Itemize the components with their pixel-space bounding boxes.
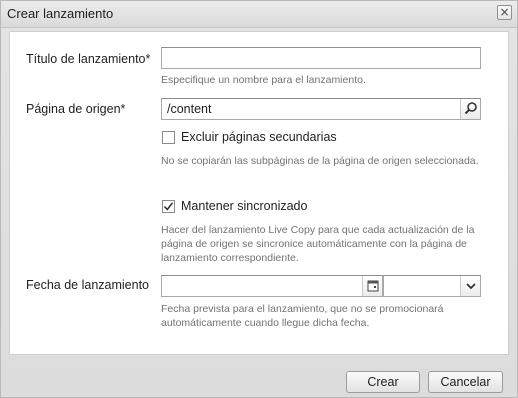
source-page-label: Página de origen*: [26, 102, 126, 116]
dialog-title: Crear lanzamiento: [7, 6, 114, 21]
source-page-browse-button[interactable]: [460, 99, 480, 119]
exclude-subpages-hint: No se copiarán las subpáginas de la pági…: [161, 155, 479, 167]
chevron-down-icon: [466, 283, 476, 290]
checkmark-icon: [163, 202, 174, 211]
search-icon: [464, 102, 477, 115]
cancel-button[interactable]: Cancelar: [428, 371, 503, 393]
launch-date-input[interactable]: [161, 275, 383, 297]
keep-synced-hint: Hacer del lanzamiento Live Copy para que…: [161, 224, 475, 264]
close-icon: ×: [499, 5, 510, 19]
exclude-subpages-checkbox[interactable]: [162, 131, 175, 144]
create-launch-dialog: Crear lanzamiento × Título de lanzamient…: [0, 0, 518, 398]
keep-synced-label[interactable]: Mantener sincronizado: [181, 199, 307, 213]
dialog-footer: Crear Cancelar: [1, 363, 517, 397]
source-page-input[interactable]: [161, 98, 481, 120]
launch-title-hint: Especifique un nombre para el lanzamient…: [161, 74, 366, 86]
launch-date-label: Fecha de lanzamiento: [26, 278, 149, 292]
calendar-icon: [367, 280, 379, 292]
dialog-titlebar[interactable]: Crear lanzamiento ×: [1, 1, 517, 28]
exclude-subpages-label[interactable]: Excluir páginas secundarias: [181, 130, 337, 144]
create-button[interactable]: Crear: [346, 371, 420, 393]
time-dropdown-button[interactable]: [460, 276, 480, 296]
launch-date-hint: Fecha prevista para el lanzamiento, que …: [161, 303, 444, 329]
date-picker-button[interactable]: [362, 276, 382, 296]
form-panel: Título de lanzamiento* Especifique un no…: [9, 31, 509, 355]
keep-synced-checkbox[interactable]: [162, 200, 175, 213]
close-button[interactable]: ×: [497, 5, 512, 20]
launch-title-input[interactable]: [161, 47, 481, 69]
launch-title-label: Título de lanzamiento*: [26, 52, 151, 66]
